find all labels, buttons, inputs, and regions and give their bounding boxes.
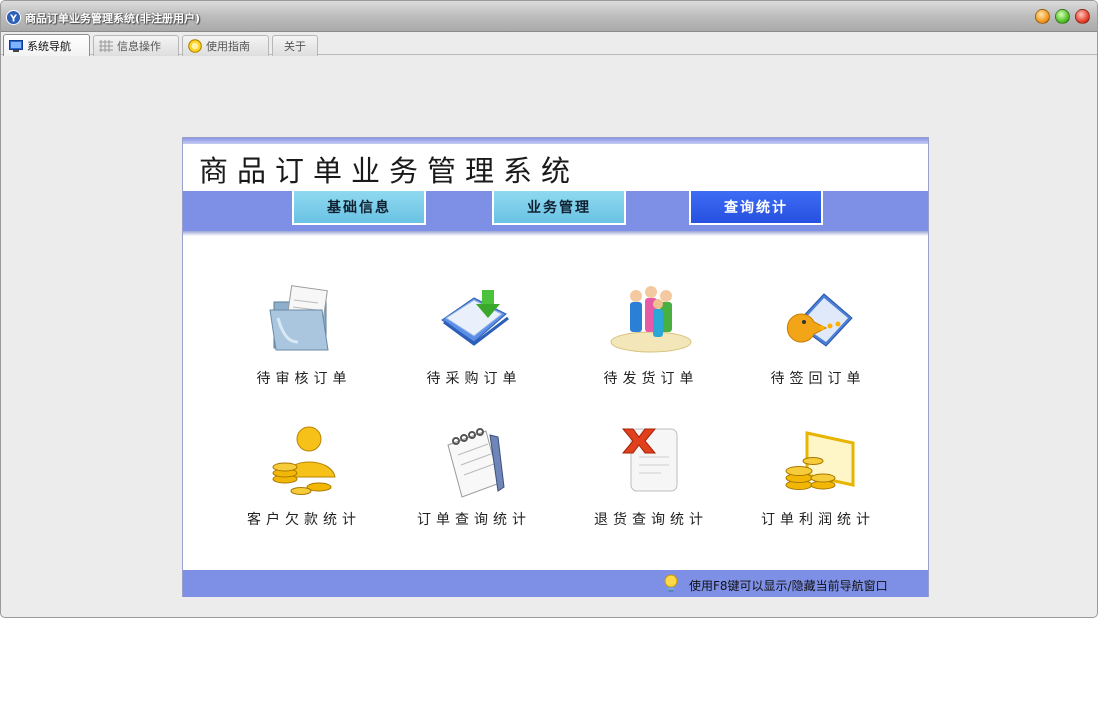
panel-footer: 使用F8键可以显示/隐藏当前导航窗口 [183, 570, 928, 597]
nav-item-order-query[interactable]: 订单查询统计 [399, 421, 549, 531]
nav-item-customer-arrears[interactable]: 客户欠款统计 [229, 421, 379, 531]
nav-item-return-query[interactable]: 退货查询统计 [576, 421, 726, 531]
nav-item-label: 待发货订单 [603, 371, 699, 387]
nav-item-pending-purchase[interactable]: 待采购订单 [399, 280, 549, 390]
nav-item-label: 待审核订单 [256, 371, 352, 387]
menu-business-management[interactable]: 业务管理 [492, 191, 626, 225]
tab-label: 使用指南 [206, 40, 250, 53]
footer-hint: 使用F8键可以显示/隐藏当前导航窗口 [689, 579, 888, 593]
system-title: 商品订单业务管理系统 [199, 154, 580, 188]
nav-item-label: 退货查询统计 [594, 512, 708, 528]
document-delete-icon [621, 428, 678, 492]
nav-item-pending-review[interactable]: 待审核订单 [229, 280, 379, 390]
nav-item-label: 待采购订单 [426, 371, 522, 387]
menu-bar-shadow [183, 231, 928, 236]
nav-item-label: 订单查询统计 [417, 512, 531, 528]
folder-document-icon [269, 285, 329, 351]
nav-item-label: 订单利润统计 [761, 512, 875, 528]
coins-monitor-icon [785, 431, 855, 490]
monitor-icon [9, 39, 23, 52]
nav-item-pending-shipment[interactable]: 待发货订单 [576, 280, 726, 390]
nav-item-label: 客户欠款统计 [247, 512, 361, 528]
tab-system-navigation[interactable]: 系统导航 [3, 34, 90, 56]
window-title: 商品订单业务管理系统(非注册用户) [25, 12, 201, 25]
grid-icon [99, 40, 113, 52]
tab-label: 信息操作 [117, 40, 161, 53]
tab-bar: 系统导航 信息操作 使用指南 关于 [1, 32, 1097, 56]
panel-top-strip [183, 138, 928, 144]
module-menu-bar: 基础信息 业务管理 查询统计 [183, 191, 928, 231]
pacman-folder-icon [786, 293, 853, 347]
minimize-icon[interactable] [1035, 9, 1050, 24]
tab-user-guide[interactable]: 使用指南 [182, 35, 269, 56]
people-group-icon [610, 286, 692, 353]
tab-label: 系统导航 [27, 39, 71, 53]
gold-coins-person-icon [272, 426, 336, 495]
tab-label: 关于 [284, 40, 306, 53]
menu-basic-info[interactable]: 基础信息 [292, 191, 426, 225]
main-window: Y 商品订单业务管理系统(非注册用户) 系统导航 信息操作 使用指南 关于 商品… [0, 0, 1098, 618]
svg-text:Y: Y [9, 13, 17, 24]
lightbulb-icon [188, 39, 202, 53]
tab-about[interactable]: 关于 [272, 35, 318, 56]
nav-item-order-profit[interactable]: 订单利润统计 [743, 421, 893, 531]
close-icon[interactable] [1075, 9, 1090, 24]
nav-item-label: 待签回订单 [770, 371, 866, 387]
app-logo-icon: Y [6, 10, 21, 25]
notepad-pen-icon [447, 428, 505, 498]
nav-item-pending-signback[interactable]: 待签回订单 [743, 280, 893, 390]
navigation-panel: 商品订单业务管理系统 基础信息 业务管理 查询统计 待审核订单 待采购订单 待发… [182, 137, 929, 597]
menu-query-statistics[interactable]: 查询统计 [689, 191, 823, 225]
tab-info-operation[interactable]: 信息操作 [93, 35, 179, 56]
download-document-icon [441, 290, 509, 346]
lightbulb-icon [664, 574, 678, 592]
title-bar[interactable]: Y 商品订单业务管理系统(非注册用户) [1, 1, 1097, 32]
maximize-icon[interactable] [1055, 9, 1070, 24]
